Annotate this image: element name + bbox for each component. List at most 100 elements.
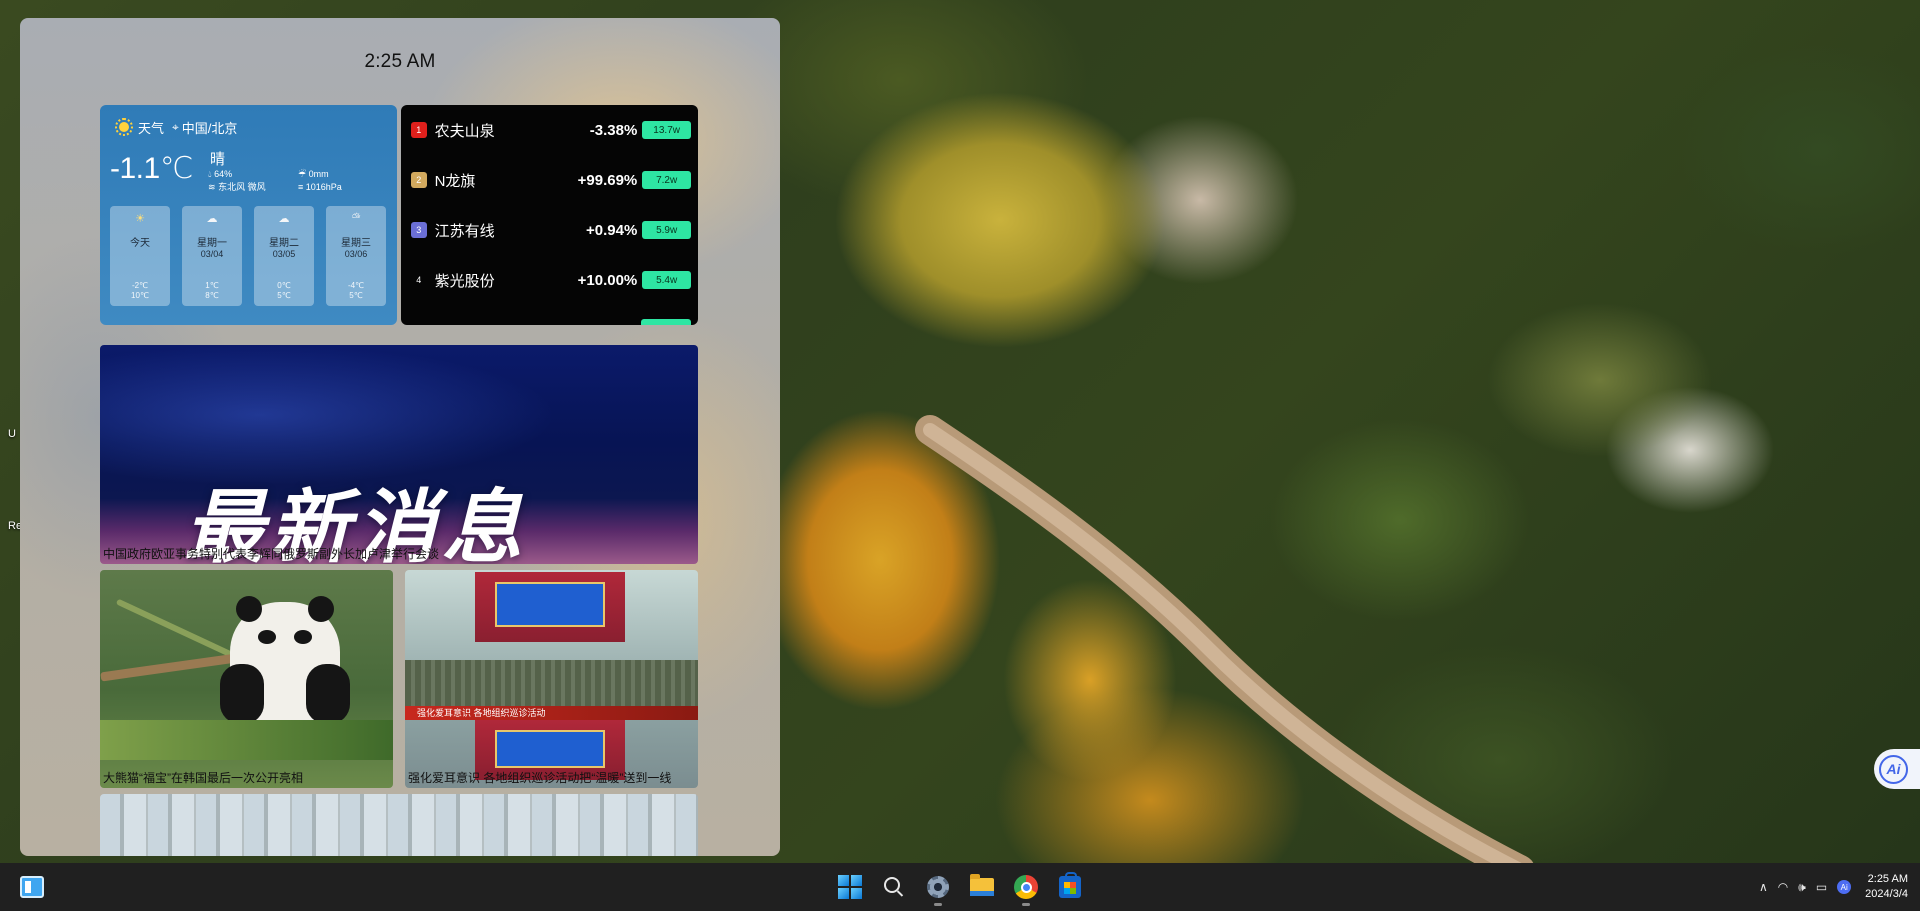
stock-row[interactable]: 3 江苏有线 +0.94% 5.9w (411, 218, 691, 242)
panda-eye (258, 630, 276, 644)
chevron-up-icon[interactable]: ∧ (1759, 880, 1768, 894)
stock-row[interactable]: 1 农夫山泉 -3.38% 13.7w (411, 118, 691, 142)
weather-wind: ≋ 东北风 微风 (208, 180, 266, 194)
store-icon (1059, 872, 1081, 898)
forecast-day[interactable]: ☀ 今天 -2℃ 10℃ (110, 206, 170, 306)
stock-name: 农夫山泉 (434, 122, 495, 140)
hero-news-title[interactable]: 中国政府欧亚事务特别代表李辉同俄罗斯副外长加卢津举行会谈 (103, 545, 693, 562)
windows-logo-icon (838, 875, 862, 899)
weather-widget[interactable]: 天气 ⌖ 中国/北京 -1.1℃ 晴 💧︎ 64% ≋ 东北风 微风 ☔︎ 0m… (100, 105, 397, 325)
battery-icon[interactable]: ▭ (1816, 880, 1827, 894)
search-button[interactable] (878, 871, 910, 903)
stock-rank-badge: 4 (416, 275, 422, 285)
forecast-day[interactable]: ☁ 星期二 03/05 0℃ 5℃ (254, 206, 314, 306)
forecast-high: 10℃ (131, 291, 149, 300)
forecast-day-date: 03/06 (344, 249, 368, 259)
weather-rain: ☔︎ 0mm (298, 167, 329, 181)
clock-time: 2:25 AM (1867, 873, 1908, 885)
desktop-icon-label-u[interactable]: U (8, 428, 16, 440)
wifi-icon[interactable]: ◠ (1778, 880, 1788, 894)
stock-name: 江苏有线 (434, 222, 495, 240)
sun-icon: ☀ (135, 213, 145, 225)
pressure-value: 1016hPa (305, 182, 342, 192)
forecast-day[interactable]: ⛅︎ 星期三 03/06 -4℃ 5℃ (326, 206, 386, 306)
stock-change: +99.69% (577, 171, 638, 189)
forecast-high: 8℃ (205, 291, 219, 300)
running-indicator (1022, 903, 1030, 906)
forecast-high: 5℃ (349, 291, 363, 300)
start-button[interactable] (834, 871, 866, 903)
forecast-low: 1℃ (205, 281, 219, 290)
forecast-day-name: 星期三 (341, 238, 371, 249)
stock-rank-badge: 1 (411, 122, 427, 138)
forecast-low: -4℃ (347, 281, 365, 290)
sun-icon (114, 117, 134, 137)
news-card-army[interactable]: 强化爱耳意识 各地组织巡诊活动 强化爱耳意识 各地组织巡诊活动把“温暖”送到一线 (405, 570, 698, 788)
weather-condition: 晴 (210, 151, 226, 168)
panda-news-title[interactable]: 大熊猫“福宝”在韩国最后一次公开亮相 (103, 769, 391, 786)
forecast-day-name: 星期二 (269, 238, 299, 249)
running-indicator (934, 903, 942, 906)
news-card-panda[interactable]: 大熊猫“福宝”在韩国最后一次公开亮相 (100, 570, 393, 788)
location-pin-icon: ⌖ (172, 119, 179, 134)
wind-icon: ≋ (208, 182, 216, 192)
weather-humidity: 💧︎ 64% (208, 167, 232, 181)
panda-ear (308, 596, 334, 622)
stock-volume-badge: 7.2w (642, 171, 691, 189)
forecast-day-date: 03/05 (272, 249, 296, 259)
rain-cloud-icon: ☁ (278, 213, 290, 225)
stage-screen (495, 730, 605, 768)
folder-icon (970, 874, 994, 896)
file-explorer-button[interactable] (966, 871, 998, 903)
ai-tray-icon[interactable]: Ai (1837, 880, 1852, 894)
gear-icon (927, 876, 949, 898)
stage-image (475, 572, 625, 642)
taskbar-clock[interactable]: 2:25 AM 2024/3/4 (1865, 872, 1908, 902)
floating-ai-button[interactable]: Ai (1874, 749, 1920, 789)
weather-temperature: -1.1℃ (110, 152, 193, 185)
forecast-day[interactable]: ☁ 星期一 03/04 1℃ 8℃ (182, 206, 242, 306)
stock-volume-badge: 5.9w (642, 221, 691, 239)
forecast-low: 0℃ (277, 281, 291, 290)
board-time: 2:25 AM (364, 51, 436, 72)
forecast-low: -2℃ (131, 281, 149, 290)
panda-arm (220, 664, 264, 724)
rain-value: 0mm (308, 169, 329, 179)
stock-row[interactable]: 4 紫光股份 +10.00% 5.4w (411, 268, 691, 292)
cloud-sun-icon: ⛅︎ (351, 212, 361, 224)
stock-row[interactable]: 2 N龙旗 +99.69% 7.2w (411, 168, 691, 192)
settings-button[interactable] (922, 871, 954, 906)
news-card-trees[interactable] (100, 794, 698, 856)
stock-volume-badge: 13.7w (642, 121, 691, 139)
search-icon (884, 877, 900, 893)
stock-ranking-widget[interactable]: 1 农夫山泉 -3.38% 13.7w 2 N龙旗 +99.69% 7.2w 3… (401, 105, 698, 325)
panda-image (220, 596, 350, 727)
widgets-icon[interactable] (20, 876, 44, 898)
wind-value: 东北风 微风 (218, 182, 266, 192)
stock-change: +0.94% (585, 221, 638, 239)
news-hero-card[interactable]: 最新消息 中国政府欧亚事务特别代表李辉同俄罗斯副外长加卢津举行会谈 (100, 345, 698, 564)
speaker-icon[interactable]: 🕪︎ (1798, 880, 1806, 895)
chrome-button[interactable] (1010, 871, 1042, 906)
panda-arm (306, 664, 350, 724)
taskbar: ∧ ◠ 🕪︎ ▭ Ai 2:25 AM 2024/3/4 (0, 863, 1920, 911)
weather-location[interactable]: 中国/北京 (182, 118, 238, 137)
panda-ear (236, 596, 262, 622)
forecast-day-name: 今天 (130, 238, 150, 249)
chrome-icon (1014, 875, 1038, 899)
audience-image (405, 660, 698, 710)
forecast-high: 5℃ (277, 291, 291, 300)
stock-rank-badge: 3 (411, 222, 427, 238)
humidity-value: 64% (214, 169, 233, 179)
clock-date: 2024/3/4 (1865, 888, 1908, 900)
army-news-title[interactable]: 强化爱耳意识 各地组织巡诊活动把“温暖”送到一线 (408, 769, 696, 786)
stock-change: -3.38% (589, 121, 638, 139)
stage-screen (495, 582, 605, 627)
bamboo-leaves (100, 720, 393, 760)
store-button[interactable] (1054, 871, 1086, 903)
ai-icon: Ai (1879, 754, 1908, 784)
stock-volume-badge: 5.4w (642, 271, 691, 289)
forecast-list: ☀ 今天 -2℃ 10℃ ☁ 星期一 03/04 1℃ 8℃ ☁ 星期二 03/… (110, 206, 386, 306)
panda-eye (294, 630, 312, 644)
stock-name: N龙旗 (434, 172, 476, 190)
